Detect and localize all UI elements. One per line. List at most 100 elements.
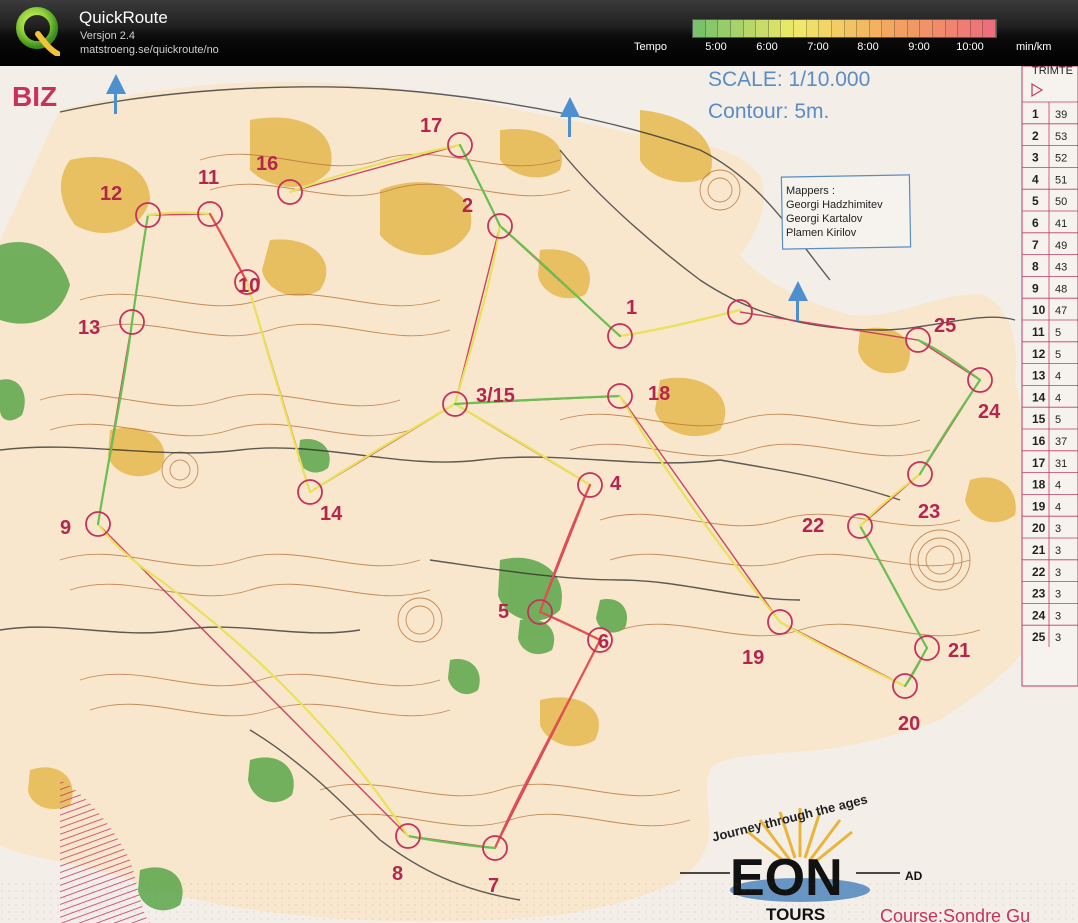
control-label: 21 [948, 640, 970, 662]
table-cell-number: 6 [1032, 216, 1039, 230]
pace-color-segment [756, 20, 769, 37]
table-cell-number: 18 [1032, 478, 1046, 492]
control-label: 1 [626, 297, 637, 319]
pace-color-segment [768, 20, 782, 37]
table-cell-number: 10 [1032, 303, 1046, 317]
table-cell-number: 20 [1032, 521, 1046, 535]
table-cell-code: 53 [1055, 131, 1067, 143]
table-cell-code: 48 [1055, 283, 1067, 295]
mappers-box: Mappers : Georgi Hadzhimitev Georgi Kart… [780, 174, 912, 250]
table-cell-code: 4 [1055, 501, 1061, 513]
table-cell-number: 12 [1032, 347, 1046, 361]
control-label: 22 [802, 515, 824, 537]
pace-color-segment [693, 20, 706, 37]
control-description-table: TRIMTE 1 392 533 524 515 506 417 498 439 4810 4711… [1021, 66, 1078, 687]
table-cell-code: 4 [1055, 371, 1061, 383]
table-header: TRIMTE [1032, 66, 1073, 77]
control-label: 16 [256, 153, 278, 175]
table-cell-number: 25 [1032, 630, 1046, 644]
control-label: 5 [498, 601, 509, 623]
pace-color-segment [844, 20, 858, 37]
pace-tick: 9:00 [908, 41, 930, 53]
pace-legend-unit: min/km [1016, 41, 1052, 53]
pace-color-segment [831, 20, 845, 37]
pace-color-segment [705, 20, 719, 37]
pace-tick: 5:00 [705, 41, 727, 53]
table-cell-number: 21 [1032, 543, 1046, 557]
table-cell-number: 5 [1032, 194, 1039, 208]
table-cell-code: 49 [1055, 240, 1067, 252]
table-cell-code: 3 [1055, 610, 1061, 622]
table-cell-number: 11 [1032, 325, 1045, 339]
table-cell-number: 9 [1032, 281, 1039, 295]
pace-tick: 7:00 [807, 41, 829, 53]
table-cell-code: 37 [1055, 436, 1067, 448]
mappers-title: Mappers : [786, 185, 835, 197]
table-cell-number: 3 [1032, 151, 1039, 165]
table-cell-code: 3 [1055, 632, 1061, 644]
pace-tick: 10:00 [956, 41, 984, 53]
pace-color-segment [920, 20, 933, 37]
mapper-name: Georgi Kartalov [786, 213, 863, 225]
orienteering-map[interactable]: 1 2 3/15 4 5 6 7 8 9 10 11 12 13 14 16 1… [0, 66, 1078, 923]
table-cell-code: 5 [1055, 414, 1061, 426]
mapper-name: Plamen Kirilov [786, 227, 857, 239]
control-label: 3/15 [476, 385, 515, 407]
mapper-name: Georgi Hadzhimitev [786, 199, 883, 211]
table-cell-code: 41 [1055, 218, 1067, 230]
control-label: 17 [420, 115, 442, 137]
table-cell-number: 7 [1032, 238, 1039, 252]
table-cell-code: 52 [1055, 153, 1067, 165]
pace-color-segment [882, 20, 895, 37]
table-cell-code: 39 [1055, 109, 1067, 121]
pace-color-segment [945, 20, 959, 37]
table-cell-code: 3 [1055, 567, 1061, 579]
pace-color-scale [692, 19, 997, 38]
table-cell-number: 15 [1032, 412, 1046, 426]
control-label: 18 [648, 383, 670, 405]
table-cell-code: 51 [1055, 174, 1067, 186]
pace-legend: Tempo 5:00 6:00 7:00 8:00 9:00 10:00 min… [0, 0, 1078, 66]
pace-color-segment [983, 20, 996, 37]
map-scale: SCALE: 1/10.000 [708, 68, 870, 91]
pace-color-segment [958, 20, 971, 37]
table-cell-number: 17 [1032, 456, 1046, 470]
pace-tick: 8:00 [857, 41, 879, 53]
control-label: 20 [898, 713, 920, 735]
table-cell-code: 3 [1055, 589, 1061, 601]
table-cell-number: 24 [1032, 608, 1046, 622]
table-cell-number: 23 [1032, 587, 1046, 601]
table-cell-number: 16 [1032, 434, 1046, 448]
table-cell-code: 50 [1055, 196, 1067, 208]
pace-color-segment [869, 20, 883, 37]
control-label: 25 [934, 315, 956, 337]
pace-color-segment [718, 20, 731, 37]
pace-color-segment [743, 20, 757, 37]
table-cell-code: 31 [1055, 458, 1067, 470]
table-cell-code: 5 [1055, 349, 1061, 361]
photo-vignette [0, 880, 1078, 923]
table-cell-number: 14 [1032, 390, 1046, 404]
table-cell-number: 8 [1032, 260, 1039, 274]
pace-color-segment [970, 20, 984, 37]
table-cell-code: 4 [1055, 480, 1061, 492]
table-cell-number: 2 [1032, 129, 1039, 143]
pace-color-segment [806, 20, 820, 37]
pace-color-segment [907, 20, 921, 37]
control-label: 12 [100, 183, 122, 205]
table-cell-number: 13 [1032, 369, 1046, 383]
pace-legend-title: Tempo [634, 41, 668, 53]
control-label: 11 [198, 167, 219, 189]
table-cell-code: 3 [1055, 523, 1061, 535]
table-cell-number: 19 [1032, 499, 1046, 513]
app-header: QuickRoute Versjon 2.4 matstroeng.se/qui… [0, 0, 1078, 66]
pace-color-segment [794, 20, 807, 37]
table-cell-number: 4 [1032, 172, 1039, 186]
control-label: 2 [462, 195, 473, 217]
pace-color-segment [781, 20, 794, 37]
pace-color-segment [819, 20, 832, 37]
table-cell-code: 5 [1055, 327, 1061, 339]
control-label: 4 [610, 473, 622, 495]
control-label: 9 [60, 517, 71, 539]
table-cell-number: 1 [1032, 107, 1039, 121]
